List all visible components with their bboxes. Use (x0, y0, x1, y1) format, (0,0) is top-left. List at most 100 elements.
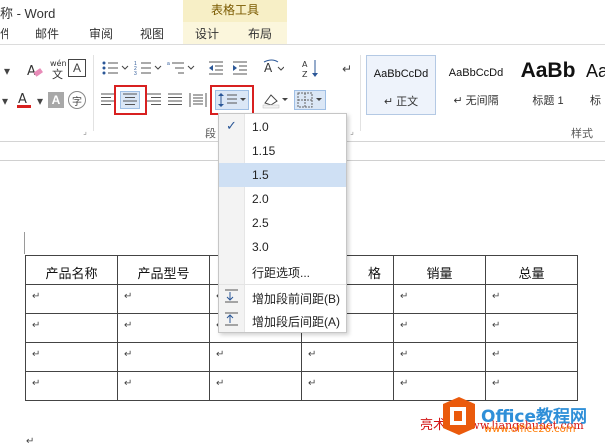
menu-item-label: 增加段前间距(B) (252, 292, 340, 306)
table-row: ↵ ↵ ↵ ↵ ↵ ↵ (25, 371, 578, 401)
table-cell[interactable]: ↵ (393, 342, 486, 372)
table-cell[interactable]: ↵ (301, 371, 394, 401)
enclose-char-label: 字 (72, 96, 82, 108)
paragraph-mark: ↵ (32, 320, 41, 331)
paragraph-mark: ↵ (124, 320, 133, 331)
table-cell[interactable]: ↵ (393, 313, 486, 343)
menu-item-add-space-after[interactable]: 增加段后间距(A) (219, 308, 346, 332)
paragraph-dialog-launcher-icon[interactable]: ⌟ (347, 125, 357, 137)
multilevel-list-icon[interactable]: a (166, 59, 196, 77)
table-cell[interactable]: 销量 (393, 255, 486, 285)
table-cell[interactable]: ↵ (485, 342, 578, 372)
numbering-icon[interactable]: 123 (133, 59, 163, 77)
svg-text:A: A (264, 61, 273, 75)
paragraph-mark: ↵ (492, 320, 501, 331)
table-row: ↵ ↵ ↵ ↵ ↵ ↵ (25, 342, 578, 372)
phonetic-guide-icon[interactable]: wén 文 (48, 57, 68, 81)
table-cell[interactable]: 产品型号 (117, 255, 210, 285)
dropdown-arrow-icon[interactable]: ▾ (2, 63, 12, 79)
tab-review[interactable]: 审阅 (89, 25, 113, 42)
menu-item-add-space-before[interactable]: 增加段前间距(B) (219, 284, 346, 308)
align-right-icon[interactable] (145, 92, 163, 108)
show-marks-icon[interactable]: ↵ (340, 61, 354, 77)
paragraph-mark: ↵ (32, 378, 41, 389)
tab-view[interactable]: 视图 (140, 25, 164, 42)
svg-text:A: A (18, 92, 27, 107)
menu-item-1-0[interactable]: ✓ 1.0 (219, 115, 346, 139)
table-cell[interactable]: ↵ (485, 313, 578, 343)
line-spacing-highlight (210, 85, 254, 115)
char-shading-label: A (51, 93, 61, 107)
font-color-dropdown-icon[interactable]: ▾ (36, 93, 44, 109)
office-logo-icon (441, 396, 477, 436)
paragraph-mark: ↵ (216, 378, 225, 389)
increase-indent-icon[interactable] (230, 59, 250, 77)
clear-format-icon[interactable]: A (23, 59, 45, 81)
style-heading-2[interactable]: Aa 标 (586, 55, 605, 115)
tab-layout[interactable]: 布局 (248, 25, 272, 42)
bullets-icon[interactable] (100, 59, 130, 77)
space-before-icon (224, 288, 240, 307)
table-cell[interactable]: ↵ (117, 284, 210, 314)
table-cell[interactable]: 总量 (485, 255, 578, 285)
enclose-char-icon[interactable]: 字 (68, 91, 86, 109)
dropdown-arrow-icon-2[interactable]: ▾ (0, 93, 10, 109)
styles-group-label: 样式 (571, 128, 593, 140)
table-cell[interactable]: ↵ (117, 313, 210, 343)
menu-item-1-5[interactable]: 1.5 (219, 163, 346, 187)
table-cell[interactable]: ↵ (209, 342, 302, 372)
group-separator (93, 55, 94, 131)
tab-design[interactable]: 设计 (195, 25, 219, 42)
table-cell[interactable]: ↵ (209, 371, 302, 401)
menu-item-2-5[interactable]: 2.5 (219, 211, 346, 235)
sort-icon[interactable]: AZ (302, 58, 320, 80)
svg-text:a: a (167, 61, 170, 67)
char-shading-icon[interactable]: A (48, 92, 64, 108)
table-cell[interactable]: ↵ (485, 284, 578, 314)
styles-gallery: AaBbCcDd ↵ 正文 AaBbCcDd ↵ 无间隔 AaBb 标题 1 A… (364, 55, 605, 115)
header-cell-text: 销量 (426, 267, 453, 282)
table-cell[interactable]: ↵ (117, 342, 210, 372)
table-cell[interactable]: ↵ (25, 371, 118, 401)
menu-item-2-0[interactable]: 2.0 (219, 187, 346, 211)
paragraph-mark: ↵ (32, 291, 41, 302)
style-name: ↵ 无间隔 (453, 95, 499, 107)
paragraph-mark: ↵ (308, 349, 317, 360)
table-cell[interactable]: ↵ (25, 284, 118, 314)
text-direction-icon[interactable]: A (261, 58, 285, 78)
table-cell[interactable]: ↵ (25, 342, 118, 372)
menu-item-3-0[interactable]: 3.0 (219, 235, 346, 259)
shading-icon[interactable] (260, 90, 290, 110)
style-heading-1[interactable]: AaBb 标题 1 (514, 55, 582, 115)
menu-item-label: 2.5 (252, 216, 269, 230)
style-sample: Aa (586, 61, 605, 81)
watermark-url: www.office26.com (484, 424, 576, 435)
table-cell[interactable]: ↵ (485, 371, 578, 401)
font-color-icon[interactable]: A (14, 90, 36, 110)
tab-partial[interactable]: 件 (0, 25, 8, 42)
table-tools-header: 表格工具 (183, 0, 287, 22)
char-border-icon[interactable]: A (68, 59, 86, 77)
menu-item-label: 1.5 (252, 168, 269, 182)
menu-item-label: 行距选项... (252, 266, 311, 280)
table-cell[interactable]: ↵ (117, 371, 210, 401)
table-cell[interactable]: ↵ (393, 284, 486, 314)
style-name: 标题 1 (532, 95, 564, 107)
distribute-icon[interactable] (188, 91, 208, 109)
table-cell[interactable]: 产品名称 (25, 255, 118, 285)
table-cell[interactable]: ↵ (301, 342, 394, 372)
align-center-highlight (114, 85, 147, 115)
table-cell[interactable]: ↵ (25, 313, 118, 343)
style-sample: AaBbCcDd (448, 67, 504, 79)
tab-mailings[interactable]: 邮件 (35, 25, 59, 42)
paragraph-mark: ↵ (492, 349, 501, 360)
font-dialog-launcher-icon[interactable]: ⌟ (80, 125, 90, 137)
show-marks-glyph: ↵ (341, 62, 353, 76)
borders-icon[interactable] (294, 90, 326, 110)
decrease-indent-icon[interactable] (206, 59, 226, 77)
style-normal[interactable]: AaBbCcDd ↵ 正文 (366, 55, 436, 115)
style-no-spacing[interactable]: AaBbCcDd ↵ 无间隔 (440, 55, 512, 115)
justify-icon[interactable] (166, 92, 184, 108)
menu-item-1-15[interactable]: 1.15 (219, 139, 346, 163)
menu-item-line-spacing-options[interactable]: 行距选项... (219, 259, 346, 283)
